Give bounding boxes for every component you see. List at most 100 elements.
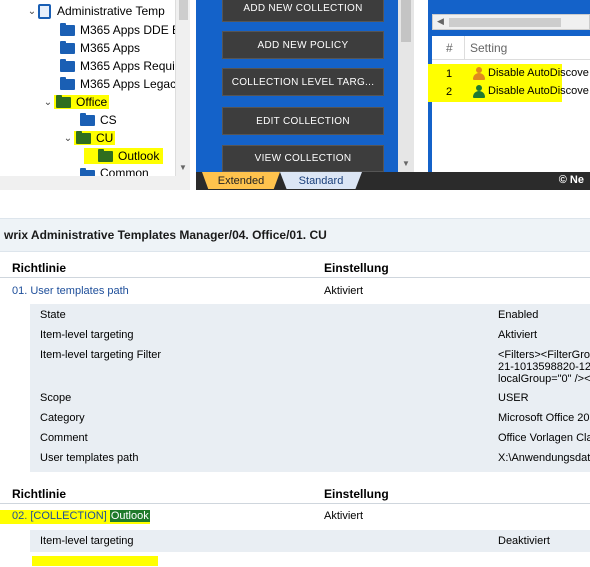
actions-scrollbar[interactable]: ▼ bbox=[398, 0, 414, 172]
setting-label: Disable AutoDiscove bbox=[488, 85, 589, 97]
detail-key: Scope bbox=[40, 392, 72, 404]
tree-item-label: M365 Apps Legac bbox=[80, 77, 177, 91]
policy-details: State Enabled Item-level targeting Aktiv… bbox=[30, 304, 590, 472]
tree-item-label: CS bbox=[100, 113, 117, 127]
scrollbar-thumb[interactable] bbox=[179, 0, 188, 20]
settings-horizontal-scrollbar[interactable]: ◀ bbox=[432, 14, 590, 30]
folder-icon bbox=[60, 22, 75, 36]
detail-key: Comment bbox=[40, 432, 88, 444]
tree-item-label: Administrative Temp bbox=[57, 4, 165, 18]
chevron-down-icon[interactable]: ⌄ bbox=[26, 6, 38, 17]
policy-name[interactable]: 01. User templates path bbox=[12, 285, 129, 297]
highlight-marker: CU bbox=[74, 130, 116, 145]
folder-open-icon bbox=[76, 130, 91, 144]
detail-value: Office Vorlagen Cla bbox=[498, 432, 590, 444]
highlight-marker bbox=[32, 556, 158, 566]
folder-icon bbox=[60, 40, 75, 54]
edit-collection-button[interactable]: EDIT COLLECTION bbox=[222, 107, 384, 135]
column-header-number[interactable]: # bbox=[446, 41, 453, 55]
chevron-down-icon[interactable]: ⌄ bbox=[62, 133, 74, 144]
policy-tree: ⌄ Administrative Temp M365 Apps DDE E M3… bbox=[0, 0, 190, 176]
detail-key: User templates path bbox=[40, 452, 139, 464]
folder-icon bbox=[60, 76, 75, 90]
tree-item-admin-templates[interactable]: ⌄ Administrative Temp bbox=[26, 2, 165, 20]
admin-templates-icon bbox=[38, 3, 51, 19]
detail-value: Aktiviert bbox=[498, 329, 538, 341]
tree-item-m365-dde[interactable]: M365 Apps DDE E bbox=[60, 21, 180, 39]
collection-level-targeting-button[interactable]: COLLECTION LEVEL TARG... bbox=[222, 68, 384, 96]
policy-name[interactable]: 02. [COLLECTION] Outlook bbox=[12, 510, 150, 522]
folder-icon bbox=[60, 58, 75, 72]
detail-key: Item-level targeting bbox=[40, 535, 134, 547]
tree-item-m365-requi[interactable]: M365 Apps Requi bbox=[60, 57, 175, 75]
user-green-icon bbox=[472, 85, 486, 99]
tree-item-label: Office bbox=[76, 95, 108, 109]
scroll-down-arrow-icon[interactable]: ▼ bbox=[402, 159, 410, 168]
folder-open-icon bbox=[56, 94, 71, 108]
view-collection-button[interactable]: VIEW COLLECTION bbox=[222, 145, 384, 172]
tree-item-outlook[interactable]: Outlook bbox=[84, 147, 164, 165]
detail-key: Item-level targeting Filter bbox=[40, 349, 162, 361]
scrollbar-thumb[interactable] bbox=[449, 18, 561, 27]
policy-value: Aktiviert bbox=[324, 285, 364, 297]
column-header-setting[interactable]: Setting bbox=[470, 41, 507, 55]
tree-item-m365-apps[interactable]: M365 Apps bbox=[60, 39, 140, 57]
folder-icon bbox=[80, 112, 95, 126]
tree-item-cu[interactable]: ⌄ CU bbox=[62, 129, 116, 147]
add-new-collection-button[interactable]: ADD NEW COLLECTION bbox=[222, 0, 384, 22]
detail-value: Microsoft Office 20 bbox=[498, 412, 590, 424]
detail-value: Deaktiviert bbox=[498, 535, 550, 547]
policy-name-highlight: Outlook bbox=[109, 510, 150, 522]
detail-key: State bbox=[40, 309, 66, 321]
row-number: 2 bbox=[445, 86, 453, 98]
tab-extended[interactable]: Extended bbox=[202, 172, 280, 189]
copyright-text: © Ne bbox=[558, 174, 584, 186]
settings-list-header: # Setting bbox=[432, 36, 590, 60]
tree-item-m365-legacy[interactable]: M365 Apps Legac bbox=[60, 75, 176, 93]
column-header-policy: Richtlinie bbox=[12, 261, 67, 275]
top-area: ⌄ Administrative Temp M365 Apps DDE E M3… bbox=[0, 0, 590, 190]
tree-item-cs[interactable]: CS bbox=[80, 111, 117, 129]
report-column-header: Richtlinie Einstellung bbox=[0, 258, 590, 278]
tree-item-office[interactable]: ⌄ Office bbox=[42, 93, 110, 111]
tree-item-label: M365 Apps Requi bbox=[80, 59, 175, 73]
column-header-setting: Einstellung bbox=[324, 261, 389, 275]
scrollbar-thumb[interactable] bbox=[401, 0, 411, 42]
setting-label: Disable AutoDiscove bbox=[488, 67, 589, 79]
detail-value: Enabled bbox=[498, 309, 539, 321]
row-number: 1 bbox=[445, 68, 453, 80]
policy-value: Aktiviert bbox=[324, 510, 364, 522]
settings-list: # Setting 1 Disable AutoDiscove 2 Disabl… bbox=[428, 36, 590, 172]
tab-standard[interactable]: Standard bbox=[280, 172, 362, 189]
tree-item-label: CU bbox=[96, 131, 114, 145]
column-separator bbox=[464, 36, 465, 60]
highlight-marker: Office bbox=[54, 94, 110, 109]
detail-key: Category bbox=[40, 412, 85, 424]
column-header-setting: Einstellung bbox=[324, 487, 389, 501]
tree-item-label: M365 Apps DDE E bbox=[80, 23, 181, 37]
scroll-down-arrow-icon[interactable]: ▼ bbox=[179, 163, 187, 172]
tree-item-label: M365 Apps bbox=[80, 41, 141, 55]
chevron-down-icon[interactable]: ⌄ bbox=[42, 97, 54, 108]
tree-item-common[interactable]: Common bbox=[80, 166, 149, 176]
settings-pane: ◀ # Setting 1 Disable AutoDiscove 2 Disa… bbox=[428, 0, 590, 172]
actions-panel: ADD NEW COLLECTION ADD NEW POLICY COLLEC… bbox=[196, 0, 414, 172]
add-new-policy-button[interactable]: ADD NEW POLICY bbox=[222, 31, 384, 59]
column-header-policy: Richtlinie bbox=[12, 487, 67, 501]
detail-value: USER bbox=[498, 392, 529, 404]
tree-vertical-scrollbar[interactable]: ▼ bbox=[175, 0, 190, 176]
tree-horizontal-scrollbar[interactable] bbox=[0, 176, 190, 190]
policy-row[interactable]: 01. User templates path Aktiviert bbox=[0, 280, 590, 302]
tree-item-label: Common bbox=[100, 166, 149, 176]
detail-value: <Filters><FilterGroup 21-1013598820-122 … bbox=[498, 349, 590, 385]
highlight-marker: Outlook bbox=[84, 148, 164, 164]
policy-row[interactable]: 02. [COLLECTION] Outlook Aktiviert bbox=[0, 505, 590, 527]
scroll-left-arrow-icon[interactable]: ◀ bbox=[437, 16, 444, 27]
user-orange-icon bbox=[472, 67, 486, 81]
settings-list-row[interactable]: 2 Disable AutoDiscove bbox=[432, 83, 590, 101]
settings-list-row[interactable]: 1 Disable AutoDiscove bbox=[432, 65, 590, 83]
view-tabs: Extended Standard © Ne bbox=[196, 172, 590, 190]
report-column-header: Richtlinie Einstellung bbox=[0, 484, 590, 504]
folder-open-icon bbox=[98, 148, 113, 162]
tree-item-label: Outlook bbox=[118, 149, 160, 163]
